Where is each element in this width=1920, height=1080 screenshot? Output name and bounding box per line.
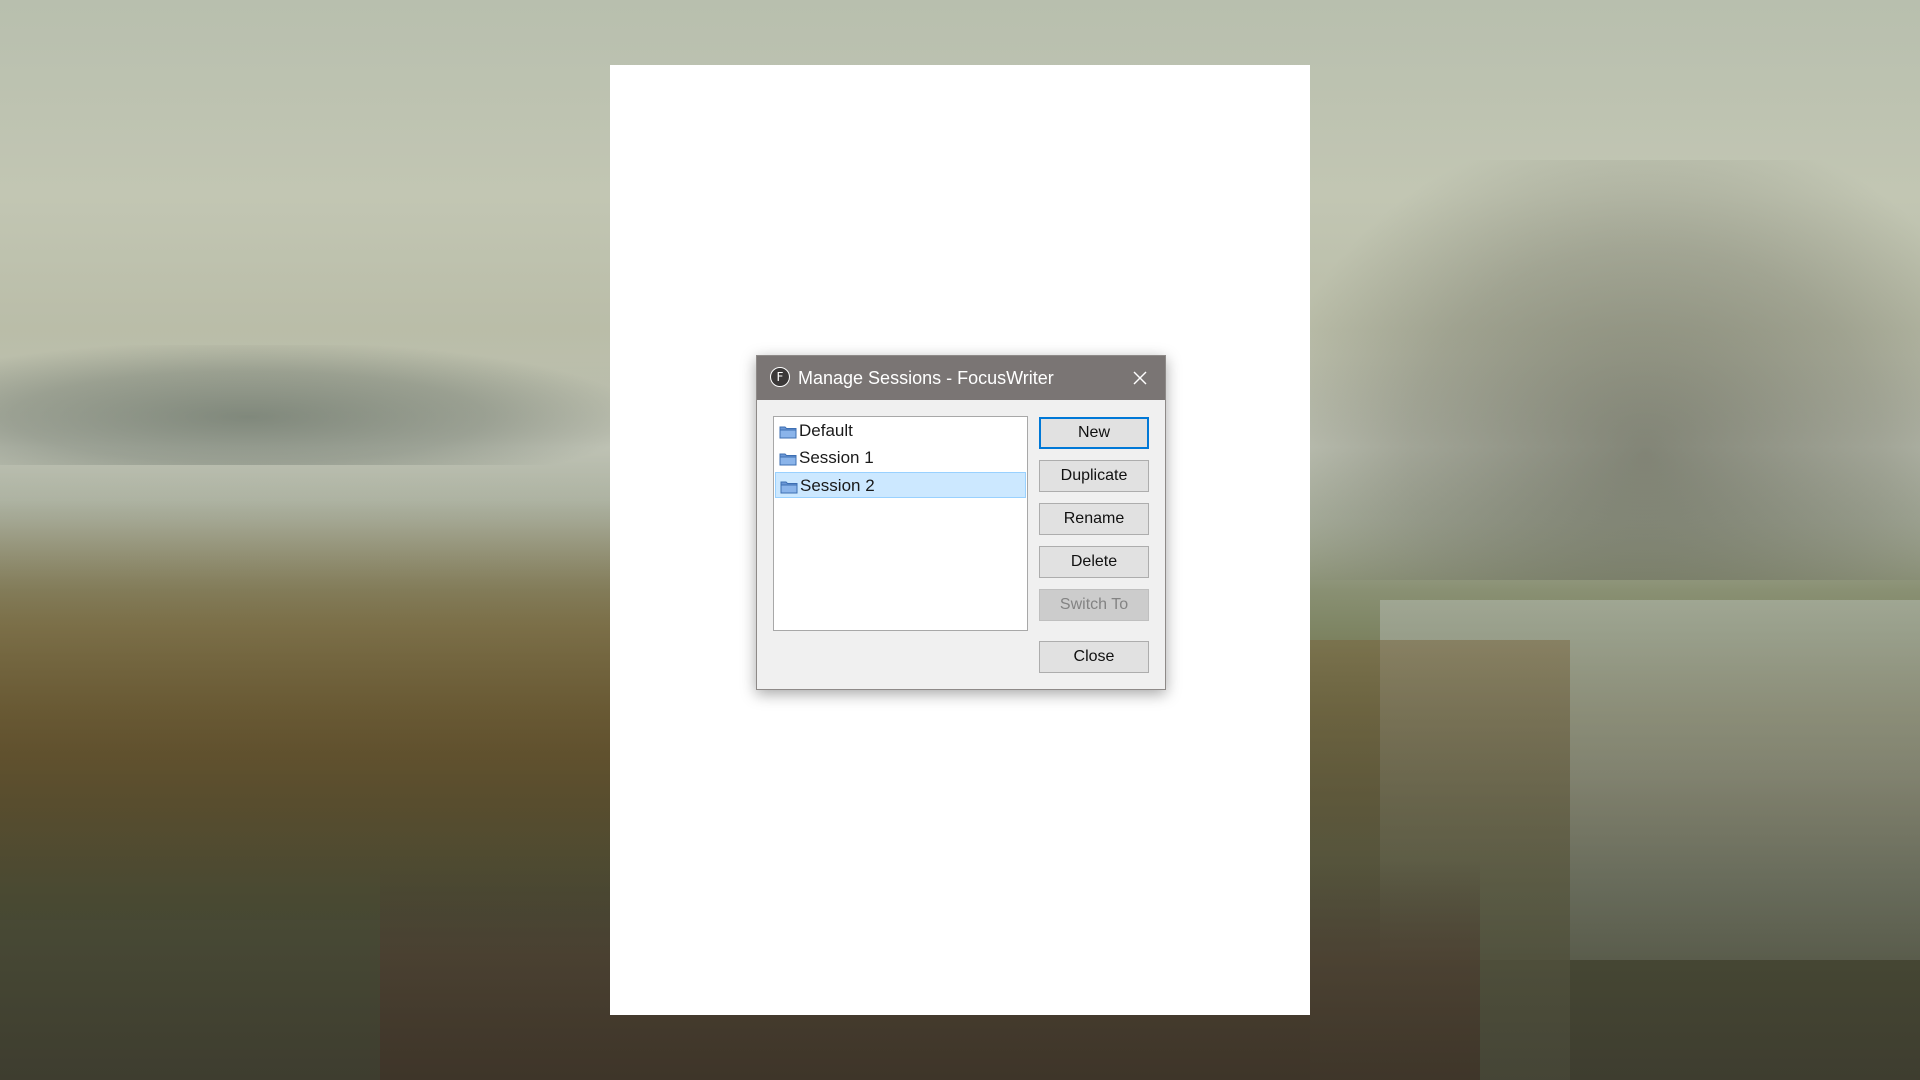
wallpaper-trees <box>1310 160 1920 580</box>
dialog-titlebar[interactable]: F Manage Sessions - FocusWriter <box>757 356 1165 400</box>
folder-icon <box>780 479 798 494</box>
folder-icon <box>779 424 797 439</box>
session-label: Session 1 <box>799 448 874 467</box>
manage-sessions-dialog: F Manage Sessions - FocusWriter Default <box>756 355 1166 690</box>
dialog-title: Manage Sessions - FocusWriter <box>798 368 1054 388</box>
folder-icon <box>779 451 797 466</box>
rename-button[interactable]: Rename <box>1039 503 1149 535</box>
focuswriter-app-icon: F <box>770 367 790 387</box>
new-button[interactable]: New <box>1039 417 1149 449</box>
session-list[interactable]: Default Session 1 Session 2 <box>773 416 1028 631</box>
delete-button[interactable]: Delete <box>1039 546 1149 578</box>
list-item-session-2[interactable]: Session 2 <box>775 472 1026 498</box>
session-label: Default <box>799 421 853 440</box>
switch-to-button[interactable]: Switch To <box>1039 589 1149 621</box>
close-button[interactable]: Close <box>1039 641 1149 673</box>
duplicate-button[interactable]: Duplicate <box>1039 460 1149 492</box>
wallpaper-treeline <box>0 345 620 465</box>
session-label: Session 2 <box>800 476 875 495</box>
wallpaper-reeds <box>0 500 620 920</box>
close-icon[interactable] <box>1127 365 1153 391</box>
list-item-default[interactable]: Default <box>775 418 1026 444</box>
list-item-session-1[interactable]: Session 1 <box>775 445 1026 471</box>
